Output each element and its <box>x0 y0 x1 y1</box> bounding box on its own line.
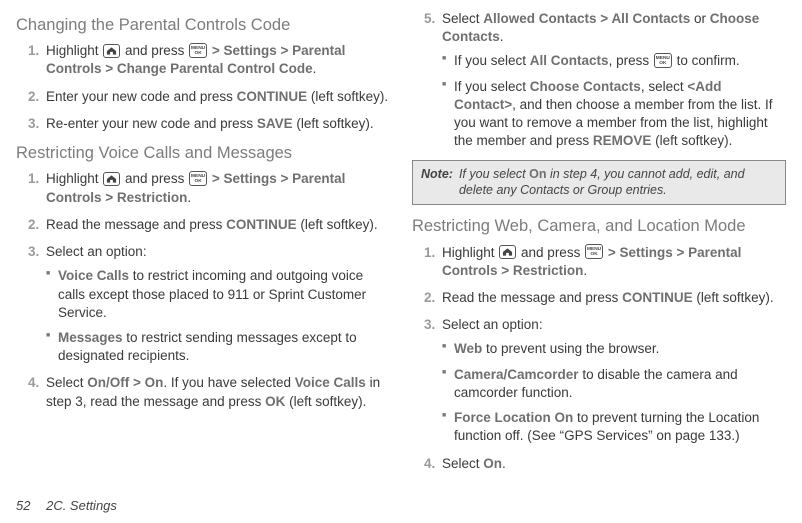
step-text: Select an option: <box>442 317 543 332</box>
option-item: Force Location On to prevent turning the… <box>442 409 786 445</box>
note-box: Note: If you select On in step 4, you ca… <box>412 160 786 206</box>
step-item: 3. Select an option: Voice Calls to rest… <box>32 243 390 365</box>
page-number: 52 <box>16 498 30 513</box>
menu-ok-icon: MENUOK <box>585 244 603 259</box>
option-list: Voice Calls to restrict incoming and out… <box>46 267 390 365</box>
step-item: 2. Read the message and press CONTINUE (… <box>428 289 786 307</box>
home-icon <box>103 44 120 58</box>
step-text: Re-enter your new code and press SAVE (l… <box>46 116 374 131</box>
menu-ok-icon: MENUOK <box>654 53 672 68</box>
step-item: 4. Select On/Off > On. If you have selec… <box>32 374 390 410</box>
page-columns: Changing the Parental Controls Code 1. H… <box>16 10 786 482</box>
step-item: 3. Select an option: Web to prevent usin… <box>428 316 786 445</box>
section-label: 2C. Settings <box>46 498 117 513</box>
step-item: 1. Highlight and press MENUOK > Settings… <box>428 244 786 280</box>
step-number: 2. <box>424 289 435 307</box>
step-number: 4. <box>28 374 39 392</box>
step-item: 1. Highlight and press MENUOK > Settings… <box>32 42 390 78</box>
option-item: Messages to restrict sending messages ex… <box>46 329 390 365</box>
step-number: 1. <box>28 42 39 60</box>
right-column: 5. Select Allowed Contacts > All Contact… <box>412 10 786 482</box>
step-number: 5. <box>424 10 435 28</box>
left-column: Changing the Parental Controls Code 1. H… <box>16 10 390 482</box>
step-item: 2. Enter your new code and press CONTINU… <box>32 88 390 106</box>
option-item: Voice Calls to restrict incoming and out… <box>46 267 390 322</box>
note-text: If you select On in step 4, you cannot a… <box>459 166 777 200</box>
step-text: Enter your new code and press CONTINUE (… <box>46 89 388 104</box>
step-item: 3. Re-enter your new code and press SAVE… <box>32 115 390 133</box>
step-number: 3. <box>28 115 39 133</box>
option-list: Web to prevent using the browser. Camera… <box>442 340 786 445</box>
option-list: If you select All Contacts, press MENUOK… <box>442 52 786 150</box>
step-number: 3. <box>424 316 435 334</box>
menu-ok-icon: MENUOK <box>189 171 207 186</box>
step-text: Highlight and press MENUOK > Settings > … <box>46 43 345 76</box>
step-number: 1. <box>424 244 435 262</box>
step-item: 5. Select Allowed Contacts > All Contact… <box>428 10 786 151</box>
step-text: Select Allowed Contacts > All Contacts o… <box>442 11 759 44</box>
step-text: Highlight and press MENUOK > Settings > … <box>442 245 741 278</box>
step-item: 1. Highlight and press MENUOK > Settings… <box>32 170 390 206</box>
option-item: Camera/Camcorder to disable the camera a… <box>442 366 786 402</box>
page-footer: 52 2C. Settings <box>16 497 117 515</box>
step-text: Read the message and press CONTINUE (lef… <box>46 217 378 232</box>
step-number: 4. <box>424 455 435 473</box>
step-text: Select an option: <box>46 244 147 259</box>
step-text: Highlight and press MENUOK > Settings > … <box>46 171 345 204</box>
menu-ok-icon: MENUOK <box>189 43 207 58</box>
home-icon <box>103 172 120 186</box>
note-label: Note: <box>421 166 453 200</box>
option-item: If you select Choose Contacts, select <A… <box>442 78 786 151</box>
step-number: 2. <box>28 88 39 106</box>
step-text: Select On. <box>442 456 506 471</box>
steps-continued: 5. Select Allowed Contacts > All Contact… <box>412 10 786 151</box>
step-number: 3. <box>28 243 39 261</box>
step-item: 2. Read the message and press CONTINUE (… <box>32 216 390 234</box>
home-icon <box>499 245 516 259</box>
steps-change-parental-code: 1. Highlight and press MENUOK > Settings… <box>16 42 390 133</box>
heading-restrict-web-cam-loc: Restricting Web, Camera, and Location Mo… <box>412 215 786 237</box>
step-text: Select On/Off > On. If you have selected… <box>46 375 380 408</box>
step-text: Read the message and press CONTINUE (lef… <box>442 290 774 305</box>
step-item: 4. Select On. <box>428 455 786 473</box>
step-number: 1. <box>28 170 39 188</box>
heading-restrict-voice-msgs: Restricting Voice Calls and Messages <box>16 142 390 164</box>
option-item: If you select All Contacts, press MENUOK… <box>442 52 786 70</box>
heading-change-parental-code: Changing the Parental Controls Code <box>16 14 390 36</box>
step-number: 2. <box>28 216 39 234</box>
option-item: Web to prevent using the browser. <box>442 340 786 358</box>
steps-restrict-web-cam-loc: 1. Highlight and press MENUOK > Settings… <box>412 244 786 473</box>
steps-restrict-voice-msgs: 1. Highlight and press MENUOK > Settings… <box>16 170 390 410</box>
